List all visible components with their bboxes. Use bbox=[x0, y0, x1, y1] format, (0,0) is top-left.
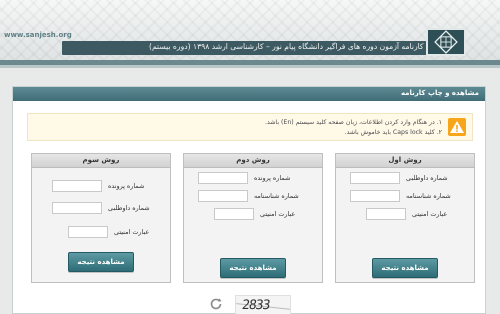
page-header: www.sanjesh.org اعلام نتایج کارنامه آزمو… bbox=[0, 0, 500, 60]
notice-box: ۱. در هنگام وارد کردن اطلاعات، زبان صفحه… bbox=[27, 113, 473, 141]
page-title: اعلام نتایج کارنامه آزمون دوره های فراگی… bbox=[149, 42, 458, 51]
field-row: شماره پرونده bbox=[32, 180, 170, 192]
result-panel: مشاهده و چاپ کارنامه ۱. در هنگام وارد کر… bbox=[12, 86, 486, 314]
field-row: عبارت امنیتی bbox=[32, 226, 170, 238]
refresh-icon[interactable] bbox=[209, 297, 223, 311]
notice-line-2: ۲. کلید Caps lock باید خاموش باشد. bbox=[344, 129, 442, 136]
field-row: شماره شناسنامه bbox=[336, 190, 474, 202]
file-number-input[interactable] bbox=[198, 172, 248, 184]
field-row: شماره پرونده bbox=[184, 172, 322, 184]
logo-icon bbox=[434, 30, 458, 54]
notice-line-1: ۱. در هنگام وارد کردن اطلاعات، زبان صفحه… bbox=[265, 119, 442, 126]
site-url[interactable]: www.sanjesh.org bbox=[4, 31, 72, 39]
view-result-button[interactable]: مشاهده نتیجه bbox=[220, 258, 286, 278]
captcha-image: 2833 bbox=[235, 295, 291, 314]
field-row: شماره شناسنامه bbox=[184, 190, 322, 202]
field-label: شماره پرونده bbox=[254, 174, 291, 182]
id-number-input[interactable] bbox=[198, 190, 248, 202]
box-header: روش دوم bbox=[184, 154, 322, 168]
field-label: عبارت امنیتی bbox=[260, 210, 296, 218]
candidate-number-input[interactable] bbox=[350, 172, 400, 184]
field-label: شماره شناسنامه bbox=[406, 192, 451, 200]
field-label: عبارت امنیتی bbox=[114, 228, 150, 236]
field-label: عبارت امنیتی bbox=[412, 210, 448, 218]
file-number-input[interactable] bbox=[52, 180, 102, 192]
captcha-input[interactable] bbox=[214, 208, 254, 220]
candidate-number-input[interactable] bbox=[52, 202, 102, 214]
field-label: شماره شناسنامه bbox=[254, 192, 299, 200]
captcha-input[interactable] bbox=[366, 208, 406, 220]
field-row: عبارت امنیتی bbox=[184, 208, 322, 220]
panel-header: مشاهده و چاپ کارنامه bbox=[13, 87, 485, 101]
field-label: شماره داوطلبی bbox=[108, 204, 150, 212]
method-two-box: روش دوم شماره پرونده شماره شناسنامه عبار… bbox=[183, 153, 323, 283]
method-one-box: روش اول شماره داوطلبی شماره شناسنامه عبا… bbox=[335, 153, 475, 283]
field-row: شماره داوطلبی bbox=[336, 172, 474, 184]
view-result-button[interactable]: مشاهده نتیجه bbox=[68, 252, 134, 272]
header-stripe-light bbox=[0, 65, 500, 68]
title-bar: اعلام نتایج کارنامه آزمون دوره های فراگی… bbox=[62, 41, 462, 55]
captcha-text: 2833 bbox=[240, 298, 271, 313]
field-row: عبارت امنیتی bbox=[336, 208, 474, 220]
captcha-input[interactable] bbox=[68, 226, 108, 238]
box-title: روش اول bbox=[388, 156, 422, 164]
view-result-button[interactable]: مشاهده نتیجه bbox=[372, 258, 438, 278]
box-header: روش سوم bbox=[32, 154, 170, 168]
method-three-box: روش سوم شماره پرونده شماره داوطلبی عبارت… bbox=[31, 153, 171, 283]
panel-title: مشاهده و چاپ کارنامه bbox=[400, 89, 479, 97]
box-title: روش دوم bbox=[236, 156, 270, 164]
box-title: روش سوم bbox=[82, 156, 120, 164]
sanjesh-logo[interactable] bbox=[426, 28, 466, 56]
box-header: روش اول bbox=[336, 154, 474, 168]
warning-icon bbox=[448, 118, 466, 136]
field-row: شماره داوطلبی bbox=[32, 202, 170, 214]
id-number-input[interactable] bbox=[350, 190, 400, 202]
field-label: شماره پرونده bbox=[108, 182, 145, 190]
field-label: شماره داوطلبی bbox=[406, 174, 448, 182]
